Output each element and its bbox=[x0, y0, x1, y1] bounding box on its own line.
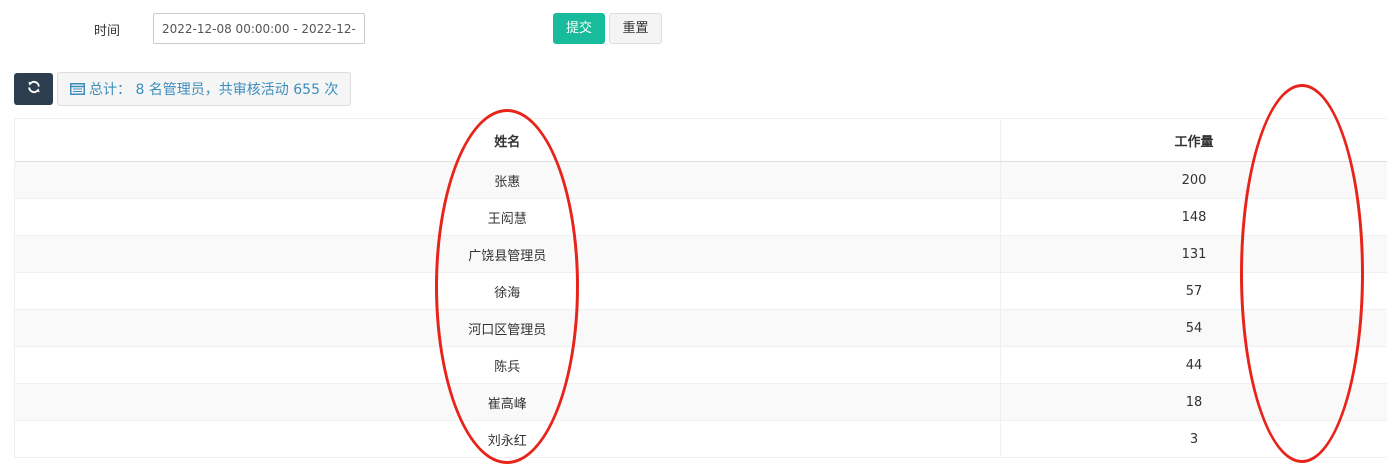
cell-workload: 3 bbox=[1000, 420, 1387, 458]
cell-name: 王闳慧 bbox=[15, 198, 1001, 236]
refresh-icon bbox=[27, 80, 41, 98]
table-row[interactable]: 刘永红 3 bbox=[15, 420, 1387, 458]
column-header-name[interactable]: 姓名 bbox=[15, 119, 1001, 162]
cell-name: 崔高峰 bbox=[15, 383, 1001, 421]
table-row[interactable]: 广饶县管理员 131 bbox=[15, 235, 1387, 273]
table-row[interactable]: 王闳慧 148 bbox=[15, 198, 1387, 236]
cell-workload: 148 bbox=[1000, 198, 1387, 236]
cell-name: 徐海 bbox=[15, 272, 1001, 310]
reset-button[interactable]: 重置 bbox=[609, 13, 662, 44]
cell-name: 陈兵 bbox=[15, 346, 1001, 384]
table-header-row: 姓名 工作量 bbox=[15, 119, 1387, 162]
submit-button[interactable]: 提交 bbox=[553, 13, 605, 44]
cell-name: 刘永红 bbox=[15, 420, 1001, 458]
cell-name: 河口区管理员 bbox=[15, 309, 1001, 347]
list-icon bbox=[70, 83, 85, 95]
cell-workload: 57 bbox=[1000, 272, 1387, 310]
table-row[interactable]: 陈兵 44 bbox=[15, 346, 1387, 384]
table-row[interactable]: 河口区管理员 54 bbox=[15, 309, 1387, 347]
table-row[interactable]: 张惠 200 bbox=[15, 161, 1387, 199]
time-label: 时间 bbox=[94, 24, 121, 39]
summary-badge: 总计： 8 名管理员，共审核活动 655 次 bbox=[57, 72, 352, 106]
cell-name: 广饶县管理员 bbox=[15, 235, 1001, 273]
cell-workload: 44 bbox=[1000, 346, 1387, 384]
column-header-workload[interactable]: 工作量 bbox=[1000, 119, 1387, 162]
workload-table: 姓名 工作量 张惠 200 王闳慧 148 广饶县管理员 131 徐海 57 河… bbox=[14, 118, 1387, 458]
cell-workload: 18 bbox=[1000, 383, 1387, 421]
summary-text: 总计： 8 名管理员，共审核活动 655 次 bbox=[89, 82, 339, 98]
cell-name: 张惠 bbox=[15, 161, 1001, 199]
refresh-button[interactable] bbox=[14, 73, 53, 105]
admin-workload-page: 时间 提交 重置 总计： 8 名管理员，共审核活动 655 次 bbox=[0, 0, 1387, 465]
table-row[interactable]: 徐海 57 bbox=[15, 272, 1387, 310]
cell-workload: 131 bbox=[1000, 235, 1387, 273]
time-range-input[interactable] bbox=[153, 13, 365, 44]
table-row[interactable]: 崔高峰 18 bbox=[15, 383, 1387, 421]
cell-workload: 54 bbox=[1000, 309, 1387, 347]
cell-workload: 200 bbox=[1000, 161, 1387, 199]
